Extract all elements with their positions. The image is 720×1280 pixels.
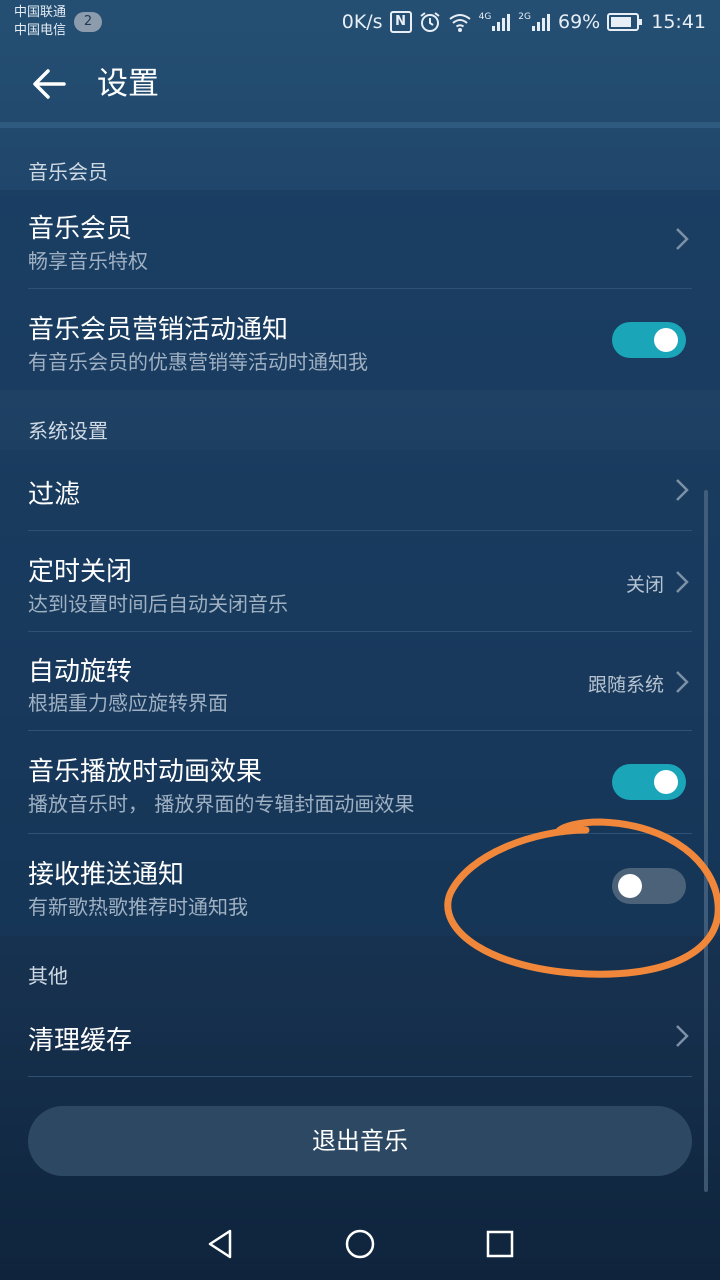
row-title: 音乐会员 bbox=[28, 214, 133, 244]
carrier-labels: 中国联通 中国电信 bbox=[14, 4, 66, 40]
marketing-toggle[interactable] bbox=[612, 322, 686, 358]
page-title: 设置 bbox=[97, 66, 159, 102]
signal-2g-icon: 2G bbox=[518, 12, 551, 32]
nfc-icon: N bbox=[389, 11, 412, 33]
section-header-other: 其他 bbox=[28, 964, 68, 988]
net-speed: 0K/s bbox=[341, 11, 383, 33]
row-subtitle: 畅享音乐特权 bbox=[28, 249, 148, 273]
chevron-right-icon bbox=[676, 1025, 689, 1047]
chevron-right-icon bbox=[676, 479, 689, 501]
status-bar: 中国联通 中国电信 2 0K/s N 4G 2G 69% 15:41 bbox=[0, 0, 720, 44]
carrier-1: 中国联通 bbox=[14, 5, 67, 20]
exit-music-button[interactable]: 退出音乐 bbox=[28, 1106, 692, 1176]
row-title: 接收推送通知 bbox=[28, 860, 185, 890]
row-title: 音乐播放时动画效果 bbox=[28, 757, 263, 787]
push-notification-toggle[interactable] bbox=[612, 868, 686, 904]
nfc-label: N bbox=[389, 11, 412, 33]
row-subtitle: 有新歌热歌推荐时通知我 bbox=[28, 895, 248, 919]
system-nav-bar bbox=[0, 1202, 720, 1280]
alarm-icon bbox=[419, 11, 441, 33]
toggle-knob bbox=[654, 770, 678, 794]
app-bar: 设置 bbox=[0, 44, 720, 122]
toggle-knob bbox=[618, 874, 642, 898]
clock: 15:41 bbox=[651, 11, 706, 33]
row-title: 定时关闭 bbox=[28, 557, 133, 587]
chevron-right-icon bbox=[676, 571, 689, 593]
home-circle-icon[interactable] bbox=[340, 1224, 380, 1264]
signal-2-type: 2G bbox=[518, 12, 531, 22]
signal-1-type: 4G bbox=[478, 12, 492, 22]
row-subtitle: 根据重力感应旋转界面 bbox=[28, 691, 228, 715]
app-bar-divider bbox=[0, 122, 720, 128]
setting-row-playback-animation: 音乐播放时动画效果 播放音乐时， 播放界面的专辑封面动画效果 bbox=[0, 731, 720, 833]
chevron-right-icon bbox=[676, 671, 689, 693]
setting-row-auto-rotate[interactable]: 自动旋转 根据重力感应旋转界面 跟随系统 bbox=[0, 632, 720, 730]
row-value: 关闭 bbox=[625, 574, 664, 596]
animation-toggle[interactable] bbox=[612, 764, 686, 800]
row-title: 自动旋转 bbox=[28, 657, 133, 687]
row-title: 过滤 bbox=[28, 480, 81, 510]
row-subtitle: 有音乐会员的优惠营销等活动时通知我 bbox=[28, 350, 368, 374]
setting-row-music-member[interactable]: 音乐会员 畅享音乐特权 bbox=[0, 190, 720, 288]
chevron-right-icon bbox=[676, 228, 689, 250]
arrow-left-icon bbox=[33, 69, 66, 99]
setting-row-filter[interactable]: 过滤 bbox=[0, 450, 720, 530]
row-title: 清理缓存 bbox=[28, 1026, 133, 1056]
setting-row-sleep-timer[interactable]: 定时关闭 达到设置时间后自动关闭音乐 关闭 bbox=[0, 531, 720, 631]
status-indicators: 0K/s N 4G 2G 69% 15:41 bbox=[335, 9, 706, 35]
setting-row-member-marketing: 音乐会员营销活动通知 有音乐会员的优惠营销等活动时通知我 bbox=[0, 289, 720, 390]
divider bbox=[28, 1076, 692, 1077]
wifi-icon bbox=[448, 12, 472, 32]
sim-badge: 2 bbox=[74, 12, 102, 32]
back-triangle-icon[interactable] bbox=[200, 1224, 240, 1264]
setting-row-push-notification: 接收推送通知 有新歌热歌推荐时通知我 bbox=[0, 834, 720, 936]
recents-square-icon[interactable] bbox=[480, 1224, 520, 1264]
carrier-2: 中国电信 bbox=[14, 23, 67, 38]
row-subtitle: 播放音乐时， 播放界面的专辑封面动画效果 bbox=[28, 792, 415, 816]
setting-row-clear-cache[interactable]: 清理缓存 bbox=[0, 996, 720, 1076]
row-value: 跟随系统 bbox=[587, 674, 664, 696]
row-title: 音乐会员营销活动通知 bbox=[28, 315, 289, 345]
signal-4g-icon: 4G bbox=[479, 12, 512, 32]
section-header-system: 系统设置 bbox=[28, 419, 108, 443]
row-subtitle: 达到设置时间后自动关闭音乐 bbox=[28, 592, 288, 616]
toggle-knob bbox=[654, 328, 678, 352]
section-header-music-member: 音乐会员 bbox=[28, 160, 108, 184]
back-button[interactable] bbox=[28, 62, 72, 106]
scrollbar[interactable] bbox=[704, 490, 708, 1192]
battery-percent: 69% bbox=[558, 11, 601, 33]
battery-icon bbox=[607, 13, 643, 31]
